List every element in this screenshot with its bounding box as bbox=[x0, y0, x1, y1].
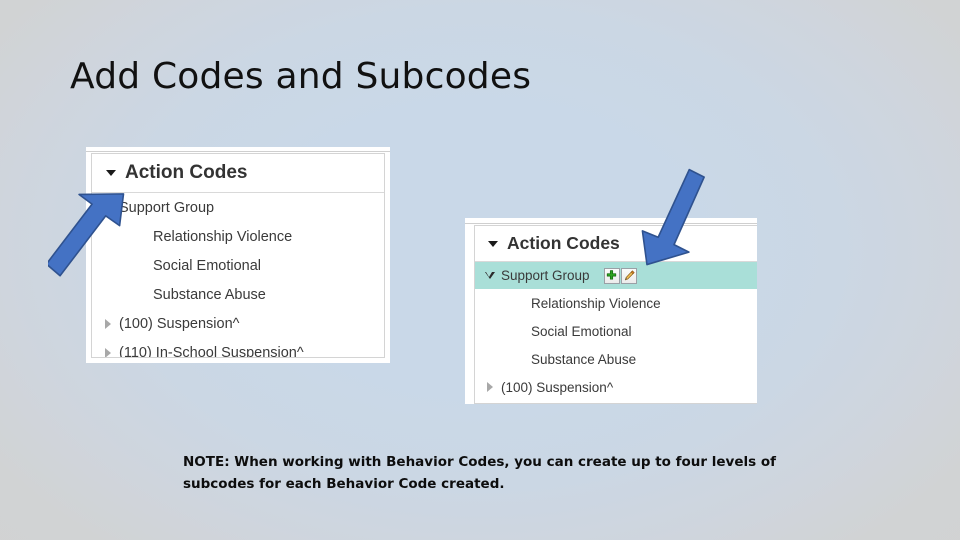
tree-row-social-emotional[interactable]: Social Emotional bbox=[92, 251, 384, 280]
add-subcode-button[interactable] bbox=[603, 267, 620, 284]
note-block: NOTE: When working with Behavior Codes, … bbox=[183, 452, 783, 496]
caret-down-icon[interactable] bbox=[97, 204, 119, 211]
right-panel-body: Action Codes Support Group Relationship … bbox=[474, 225, 757, 404]
right-panel-tree: Support Group Relationship Violence Soci… bbox=[475, 262, 757, 401]
right-panel-header[interactable]: Action Codes bbox=[475, 226, 757, 262]
tree-row-label: Substance Abuse bbox=[531, 351, 637, 367]
caret-right-icon[interactable] bbox=[97, 318, 119, 329]
left-panel-header-title: Action Codes bbox=[125, 162, 248, 183]
tree-row-label: Relationship Violence bbox=[531, 295, 661, 311]
caret-right-icon[interactable] bbox=[479, 382, 501, 392]
caret-down-icon[interactable] bbox=[488, 240, 498, 247]
left-panel-top-strip bbox=[86, 147, 390, 152]
row-action-buttons bbox=[603, 267, 637, 284]
tree-row-100-suspension[interactable]: (100) Suspension^ bbox=[92, 309, 384, 338]
tree-row-support-group-selected[interactable]: Support Group bbox=[475, 262, 757, 289]
note-line-1: NOTE: When working with Behavior Codes, … bbox=[183, 454, 777, 470]
caret-down-hollow-icon[interactable] bbox=[479, 272, 501, 279]
tree-row-support-group[interactable]: Support Group bbox=[92, 193, 384, 222]
tree-row-100-suspension[interactable]: (100) Suspension^ bbox=[475, 373, 757, 401]
tree-row-label: (110) In-School Suspension^ bbox=[119, 344, 304, 358]
tree-row-label: (100) Suspension^ bbox=[119, 315, 240, 332]
tree-row-label: Support Group bbox=[119, 199, 215, 216]
tree-row-substance-abuse[interactable]: Substance Abuse bbox=[92, 280, 384, 309]
tree-row-label: Social Emotional bbox=[531, 323, 632, 339]
tree-row-label: Substance Abuse bbox=[153, 286, 266, 303]
left-panel-header[interactable]: Action Codes bbox=[92, 154, 384, 193]
tree-row-110-in-school-suspension[interactable]: (110) In-School Suspension^ bbox=[92, 338, 384, 358]
right-panel-header-title: Action Codes bbox=[507, 233, 620, 253]
note-line-2: subcodes for each Behavior Code created. bbox=[183, 475, 505, 492]
tree-row-label: Relationship Violence bbox=[153, 228, 293, 245]
tree-row-social-emotional[interactable]: Social Emotional bbox=[475, 317, 757, 345]
left-screenshot-panel: Action Codes Support Group Relationship … bbox=[86, 147, 390, 363]
tree-row-label: Support Group bbox=[501, 268, 590, 283]
caret-right-icon[interactable] bbox=[97, 347, 119, 357]
page-title: Add Codes and Subcodes bbox=[70, 56, 532, 97]
tree-row-relationship-violence[interactable]: Relationship Violence bbox=[92, 222, 384, 251]
tree-row-substance-abuse[interactable]: Substance Abuse bbox=[475, 345, 757, 373]
left-panel-body: Action Codes Support Group Relationship … bbox=[91, 153, 385, 358]
right-screenshot-panel: Action Codes Support Group Relationship … bbox=[465, 218, 757, 404]
edit-code-button[interactable] bbox=[620, 267, 637, 284]
left-panel-tree: Support Group Relationship Violence Soci… bbox=[92, 193, 384, 358]
tree-row-label: (100) Suspension^ bbox=[501, 379, 614, 395]
tree-row-label: Social Emotional bbox=[153, 257, 261, 274]
tree-row-relationship-violence[interactable]: Relationship Violence bbox=[475, 289, 757, 317]
slide-canvas: Add Codes and Subcodes Action Codes Supp… bbox=[0, 0, 960, 540]
caret-down-icon[interactable] bbox=[106, 170, 116, 176]
right-panel-top-strip bbox=[465, 218, 757, 224]
